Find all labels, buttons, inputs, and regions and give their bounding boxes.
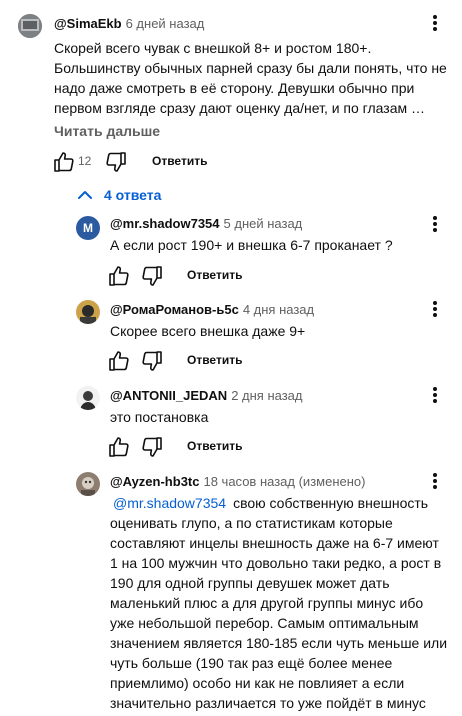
comment-actions: Ответить xyxy=(107,349,257,373)
thumbs-up-icon[interactable] xyxy=(52,150,76,174)
comment-author[interactable]: @РомаРоманов-ь5с xyxy=(110,302,239,317)
reply-comment: @РомаРоманов-ь5с 4 дня назад Скорее всего… xyxy=(0,290,462,376)
reply-comment: M @mr.shadow7354 5 дней назад А если рост… xyxy=(0,205,462,290)
comment-line: уже небольшой перебор. Самым оптимальным xyxy=(110,615,419,631)
more-options-icon[interactable] xyxy=(425,213,445,235)
reply-comment: @ANTONII_JEDAN 2 дня назад это постановка… xyxy=(0,376,462,462)
avatar[interactable] xyxy=(18,14,42,38)
comment-time[interactable]: 4 дня назад xyxy=(243,302,314,317)
comment-text: @mr.shadow7354 свою собственную внешность… xyxy=(110,493,455,713)
comment-line: первом взгляде сразу дают оценку да/нет,… xyxy=(54,100,425,116)
mention-link[interactable]: @mr.shadow7354 xyxy=(113,495,226,511)
comment-time[interactable]: 18 часов назад (изменено) xyxy=(203,474,365,489)
comment-line: надо даже смотреть в её сторону. Девушки… xyxy=(54,80,415,96)
comment-line: значением является 180-185 если чуть мен… xyxy=(110,635,448,651)
comment-line: 1 на 100 мужчин что довольно таки редко,… xyxy=(110,555,442,571)
thumbs-up-icon[interactable] xyxy=(107,435,131,459)
reply-button[interactable]: Ответить xyxy=(152,154,207,168)
reply-comment: @Ayzen-hb3tc 18 часов назад (изменено) @m… xyxy=(0,462,462,716)
thumbs-down-icon[interactable] xyxy=(104,150,128,174)
comment-time[interactable]: 6 дней назад xyxy=(126,16,205,31)
thumbs-up-icon[interactable] xyxy=(107,264,131,288)
avatar[interactable] xyxy=(76,300,100,324)
thumbs-down-icon[interactable] xyxy=(140,349,164,373)
comment-author[interactable]: @ANTONII_JEDAN xyxy=(110,388,227,403)
comment-line: приемлимо) особо ни как не повлияет а ес… xyxy=(110,675,405,691)
replies-count-label: 4 ответа xyxy=(104,187,162,203)
like-count: 12 xyxy=(78,154,92,168)
more-options-icon[interactable] xyxy=(425,384,445,406)
avatar[interactable] xyxy=(76,386,100,410)
avatar-letter: M xyxy=(83,221,93,235)
comment-line: @mr.shadow7354 свою собственную внешность xyxy=(110,493,455,513)
thumbs-down-icon[interactable] xyxy=(140,435,164,459)
comment-line: Скорей всего чувак с внешкой 8+ и ростом… xyxy=(54,40,372,56)
comment-time[interactable]: 5 дней назад xyxy=(224,216,303,231)
reply-button[interactable]: Ответить xyxy=(187,268,242,282)
comment-line: оценивать глупо, а по статистикам которы… xyxy=(110,515,393,531)
thumbs-down-icon[interactable] xyxy=(140,264,164,288)
comment-actions: Ответить xyxy=(107,435,257,459)
comment-line: составляют инцелы внешность даже на 6-7 … xyxy=(110,535,439,551)
comment-main: @SimaEkb 6 дней назад Скорей всего чувак … xyxy=(0,0,462,180)
comment-line: 190 для одной группы девушек может дать xyxy=(110,575,390,591)
avatar[interactable]: M xyxy=(76,216,100,240)
comment-author[interactable]: @mr.shadow7354 xyxy=(110,216,220,231)
comment-author[interactable]: @SimaEkb xyxy=(54,16,122,31)
thumbs-up-icon[interactable] xyxy=(107,349,131,373)
comment-time[interactable]: 2 дня назад xyxy=(231,388,302,403)
comment-text: А если рост 190+ и внешка 6-7 проканает … xyxy=(110,237,393,253)
comment-actions: Ответить xyxy=(107,264,257,288)
avatar[interactable] xyxy=(76,472,100,496)
comment-text: это постановка xyxy=(110,409,209,425)
more-options-icon[interactable] xyxy=(425,470,445,492)
comment-line: маленький плюс а для другой группы минус… xyxy=(110,595,424,611)
comment-actions: 12 Ответить xyxy=(52,150,252,174)
chevron-up-icon xyxy=(76,187,94,203)
reply-button[interactable]: Ответить xyxy=(187,353,242,367)
more-options-icon[interactable] xyxy=(425,12,445,34)
comment-line: значительно различается то уже пойдёт в … xyxy=(110,695,426,711)
comment-line: Большинству обычных парней сразу бы дали… xyxy=(54,60,447,76)
comment-text: Скорей всего чувак с внешкой 8+ и ростом… xyxy=(54,38,459,118)
comment-text: Скорее всего внешка даже 9+ xyxy=(110,323,306,339)
reply-button[interactable]: Ответить xyxy=(187,439,242,453)
comment-line: чуть больше (190 так раз ещё более менее xyxy=(110,655,393,671)
read-more-link[interactable]: Читать дальше xyxy=(54,121,160,141)
more-options-icon[interactable] xyxy=(425,298,445,320)
comment-author[interactable]: @Ayzen-hb3tc xyxy=(110,474,199,489)
comment-line-text: свою собственную внешность xyxy=(233,495,429,511)
